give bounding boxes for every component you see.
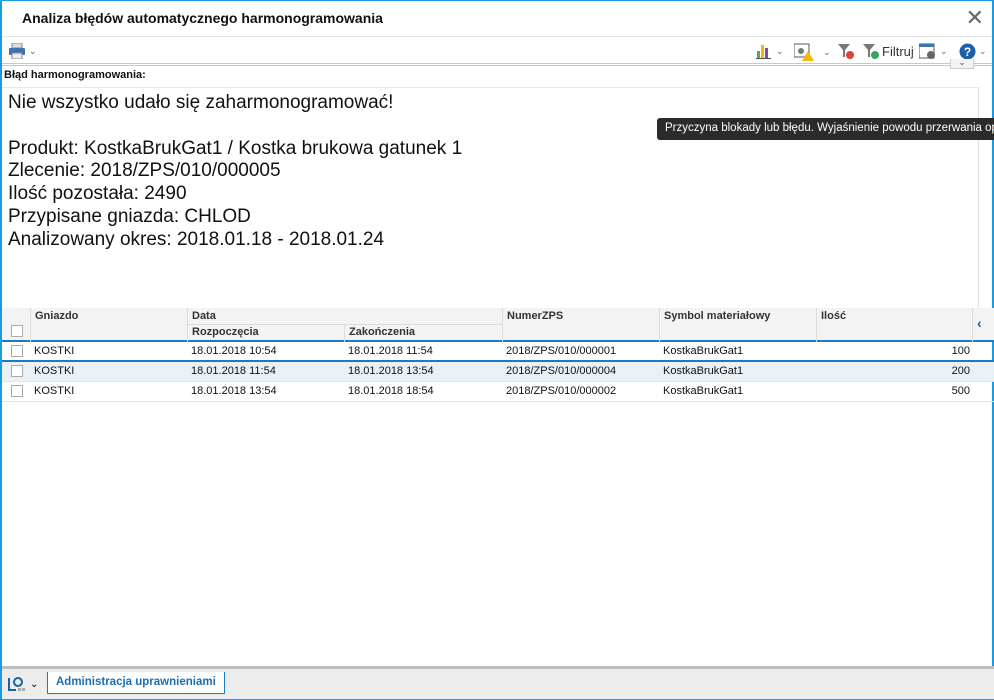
footer-bar: ⌄ Administracja uprawnieniami [2, 666, 994, 699]
grid-header: Gniazdo Data Rozpoczęcia Zakończenia Num… [2, 308, 994, 342]
clear-filter-button[interactable] [838, 43, 854, 59]
cell-start: 18.01.2018 10:54 [191, 345, 277, 357]
row-checkbox[interactable] [11, 345, 23, 357]
header-ilosc[interactable]: Ilość [816, 308, 972, 342]
collapse-toolbar-chevron-icon[interactable]: ⌄ [950, 58, 974, 69]
cell-start: 18.01.2018 11:54 [191, 365, 276, 377]
table-row[interactable]: KOSTKI 18.01.2018 11:54 18.01.2018 13:54 20… [2, 362, 994, 382]
results-grid: Gniazdo Data Rozpoczęcia Zakończenia Num… [2, 308, 994, 402]
error-line: Przypisane gniazda: CHLOD [8, 205, 251, 227]
window-title: Analiza błędów automatycznego harmonogra… [22, 10, 383, 26]
cell-symbol: KostkaBrukGat1 [663, 385, 744, 397]
header-numer-zps[interactable]: NumerZPS [502, 308, 659, 342]
settings-warning-icon [794, 43, 814, 61]
bar-chart-icon [756, 45, 771, 59]
header-rozpoczecia[interactable]: Rozpoczęcia [187, 324, 344, 342]
filter-apply-icon [863, 44, 879, 59]
cell-start: 18.01.2018 13:54 [191, 385, 277, 397]
tooltip: Przyczyna blokady lub błędu. Wyjaśnienie… [657, 118, 994, 140]
close-icon[interactable]: ✕ [966, 5, 984, 31]
cell-ilosc: 100 [951, 345, 970, 357]
header-gniazdo[interactable]: Gniazdo [30, 308, 187, 342]
error-line: Ilość pozostała: 2490 [8, 183, 187, 205]
filter-label: Filtruj [882, 43, 914, 59]
search-menu-button[interactable]: ⌄ [8, 676, 38, 692]
dialog-window: Analiza błędów automatycznego harmonogra… [0, 0, 994, 700]
row-checkbox[interactable] [11, 385, 23, 397]
table-row[interactable]: KOSTKI 18.01.2018 10:54 18.01.2018 11:54 20… [2, 342, 994, 362]
error-line: Produkt: KostkaBrukGat1 / Kostka brukowa… [8, 137, 463, 159]
settings-warning-button[interactable]: ⌄ [794, 43, 831, 61]
collapse-panel-chevron-icon[interactable]: ‹ [972, 308, 994, 342]
search-icon [8, 677, 25, 691]
row-checkbox[interactable] [11, 365, 23, 377]
cell-numer: 2018/ZPS/010/000001 [506, 345, 617, 357]
header-zakonczenia[interactable]: Zakończenia [344, 324, 502, 342]
error-line: Zlecenie: 2018/ZPS/010/000005 [8, 160, 281, 182]
select-all-checkbox[interactable] [11, 325, 23, 337]
header-data: Data [187, 308, 502, 325]
error-line: Analizowany okres: 2018.01.18 - 2018.01.… [8, 228, 385, 250]
toolbar: ⌄ ⌄ ⌄ Filtruj ⌄ ? ⌄ ⌄ [2, 36, 992, 69]
cell-symbol: KostkaBrukGat1 [663, 365, 744, 377]
cell-end: 18.01.2018 18:54 [348, 385, 434, 397]
error-line: Nie wszystko udało się zaharmonogramować… [8, 92, 394, 113]
cell-ilosc: 200 [951, 365, 970, 377]
cell-numer: 2018/ZPS/010/000002 [506, 385, 617, 397]
filter-clear-icon [838, 44, 854, 59]
print-button[interactable]: ⌄ [8, 43, 37, 59]
header-symbol[interactable]: Symbol materiałowy [659, 308, 816, 342]
chart-button[interactable]: ⌄ [755, 43, 784, 59]
printer-icon [9, 43, 25, 59]
layout-settings-icon [919, 43, 935, 59]
cell-gniazdo: KOSTKI [34, 365, 75, 377]
layout-settings-button[interactable]: ⌄ [919, 43, 948, 60]
error-label: Błąd harmonogramowania: [4, 69, 146, 81]
table-row[interactable]: KOSTKI 18.01.2018 13:54 18.01.2018 18:54 20… [2, 382, 994, 402]
cell-gniazdo: KOSTKI [34, 345, 75, 357]
filter-button[interactable]: Filtruj [863, 43, 914, 59]
cell-end: 18.01.2018 11:54 [348, 345, 433, 357]
cell-gniazdo: KOSTKI [34, 385, 75, 397]
cell-end: 18.01.2018 13:54 [348, 365, 434, 377]
cell-ilosc: 500 [951, 385, 970, 397]
cell-symbol: KostkaBrukGat1 [663, 345, 744, 357]
cell-numer: 2018/ZPS/010/000004 [506, 365, 617, 377]
admin-permissions-button[interactable]: Administracja uprawnieniami [47, 672, 225, 694]
